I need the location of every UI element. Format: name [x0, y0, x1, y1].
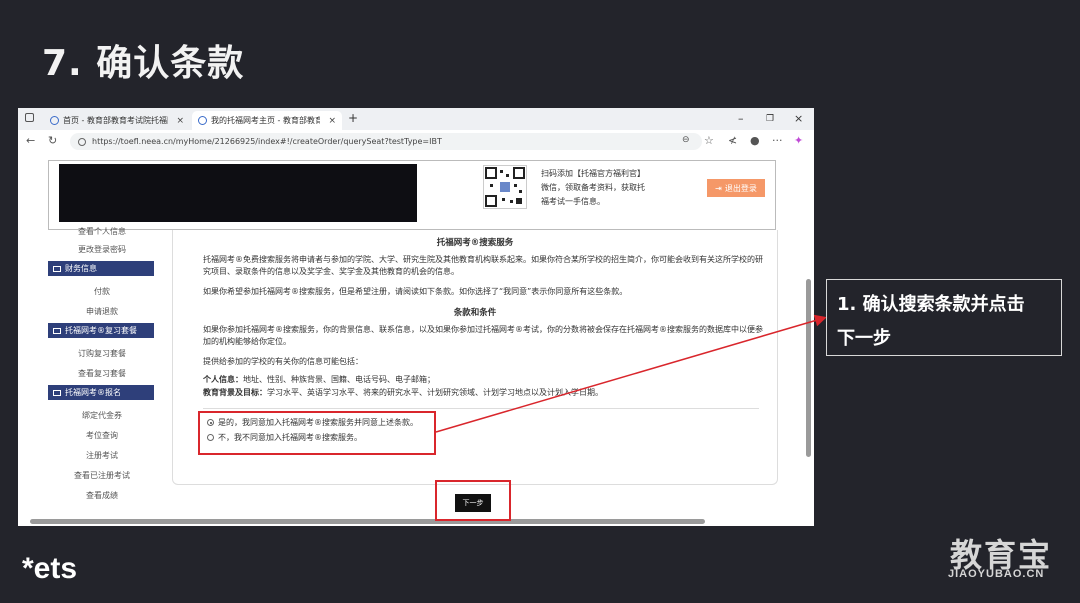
terms-paragraph: 如果你参加托福网考®搜索服务，你的背景信息、联系信息，以及如果你参加过托福网考®… [203, 325, 763, 346]
sidebar-item-voucher[interactable]: 绑定代金券 [46, 410, 158, 421]
sidebar-item-registered-tests[interactable]: 查看已注册考试 [46, 470, 158, 481]
qr-code-icon [483, 165, 527, 209]
sidebar-item-refund[interactable]: 申请退款 [46, 306, 158, 317]
read-aloud-icon[interactable]: ⊖ [682, 135, 690, 145]
redacted-banner [59, 164, 417, 222]
more-options-icon[interactable]: ··· [772, 134, 783, 147]
sidebar-item-payment[interactable]: 付款 [46, 286, 158, 297]
ets-logo: *ets [22, 552, 78, 585]
sidebar-section-prep[interactable]: 托福网考®复习套餐 [48, 323, 154, 338]
profile-icon[interactable]: ● [750, 134, 760, 147]
callout-line-2: 下一步 [837, 328, 891, 349]
tab-favicon-icon [50, 116, 59, 125]
callout-line-1: 1. 确认搜索条款并点击 [837, 294, 1025, 315]
slide-title: 7. 确认条款 [42, 43, 245, 84]
page-content: 扫码添加【托福官方福利官】微信，领取备考资料，获取托福考试一手信息。 ⇥ 退出登… [18, 154, 814, 526]
new-tab-button[interactable]: + [348, 111, 358, 125]
next-button[interactable]: 下一步 [455, 494, 491, 512]
terms-paragraph: 提供给参加的学校的有关你的信息可能包括： [203, 357, 363, 366]
logout-icon: ⇥ [715, 183, 722, 193]
tab-close-icon[interactable]: × [328, 116, 336, 126]
browser-window: 首页 - 教育部教育考试院托福网上 × 我的托福网考主页 - 教育部教育考 × … [18, 108, 814, 526]
tab-myhome[interactable]: 我的托福网考主页 - 教育部教育考 × [192, 111, 342, 130]
sidebar-section-label: 托福网考®复习套餐 [65, 326, 137, 335]
jiaoyubao-url: JIAOYUBAO.CN [948, 568, 1045, 580]
sidebar-section-finance[interactable]: 财务信息 [48, 261, 154, 276]
tab-label: 我的托福网考主页 - 教育部教育考 [211, 116, 321, 125]
restore-button[interactable]: ❐ [766, 114, 774, 124]
logout-button[interactable]: ⇥ 退出登录 [707, 179, 765, 197]
terms-paragraph: 托福网考®免费搜索服务将申请者与参加的学院、大学、研究生院及其他教育机构联系起来… [203, 255, 763, 276]
url-text: https://toefl.neea.cn/myHome/21266925/in… [92, 137, 442, 146]
favorites-list-icon[interactable]: ≮ [728, 134, 737, 147]
instruction-callout: 1. 确认搜索条款并点击 下一步 [826, 279, 1062, 356]
book-icon [53, 327, 61, 334]
card-icon [53, 265, 61, 272]
tab-close-icon[interactable]: × [176, 116, 184, 126]
back-icon[interactable]: ← [26, 134, 35, 147]
sidebar-item-seat-search[interactable]: 考位查询 [46, 430, 158, 441]
terms-title: 托福网考®搜索服务 [436, 238, 514, 248]
tab-home[interactable]: 首页 - 教育部教育考试院托福网上 × [44, 111, 190, 130]
close-window-button[interactable]: × [794, 112, 803, 125]
refresh-icon[interactable]: ↻ [48, 134, 57, 147]
terms-paragraph: 如果你希望参加托福网考®搜索服务，但是希望注册，请阅读如下条款。如你选择了“我同… [203, 287, 628, 296]
personal-info-label: 个人信息： [203, 375, 243, 384]
tab-bar: 首页 - 教育部教育考试院托福网上 × 我的托福网考主页 - 教育部教育考 × … [18, 108, 814, 130]
minimize-button[interactable]: – [738, 112, 744, 125]
education-info-value: 学习水平、英语学习水平、将来的研究水平、计划研究领域、计划学习地点以及计划入学日… [267, 388, 603, 397]
personal-info-value: 地址、性别、种族背景、国籍、电话号码、电子邮箱； [243, 375, 435, 384]
favorite-star-icon[interactable]: ☆ [704, 134, 714, 147]
sidebar: 查看个人信息 更改登录密码 财务信息 付款 申请退款 托福网考®复习套餐 订购复… [46, 226, 158, 518]
site-header: 扫码添加【托福官方福利官】微信，领取备考资料，获取托福考试一手信息。 ⇥ 退出登… [48, 160, 776, 230]
personal-info-line: 个人信息：地址、性别、种族背景、国籍、电话号码、电子邮箱； [203, 374, 763, 386]
sidebar-section-registration[interactable]: 托福网考®报名 [48, 385, 154, 400]
logout-label: 退出登录 [724, 183, 757, 193]
terms-section-title: 条款和条件 [453, 308, 497, 318]
sidebar-item-view-prep[interactable]: 查看复习套餐 [46, 368, 158, 379]
tab-label: 首页 - 教育部教育考试院托福网上 [63, 116, 168, 125]
sidebar-section-label: 财务信息 [65, 264, 97, 273]
horizontal-scrollbar[interactable] [30, 519, 705, 524]
copilot-icon[interactable]: ✦ [794, 134, 803, 147]
sidebar-section-label: 托福网考®报名 [65, 388, 121, 397]
divider [203, 408, 759, 409]
vertical-scrollbar[interactable] [806, 279, 811, 457]
education-info-line: 教育背景及目标：学习水平、英语学习水平、将来的研究水平、计划研究领域、计划学习地… [203, 387, 763, 399]
options-highlight-box [198, 411, 436, 455]
tab-actions-icon[interactable] [25, 113, 34, 122]
sidebar-item-change-password[interactable]: 更改登录密码 [46, 244, 158, 255]
sidebar-item-order-prep[interactable]: 订购复习套餐 [46, 348, 158, 359]
sidebar-item-register-test[interactable]: 注册考试 [46, 450, 158, 461]
site-info-icon[interactable] [78, 137, 86, 146]
education-info-label: 教育背景及目标： [203, 388, 267, 397]
address-bar-row: ← ↻ https://toefl.neea.cn/myHome/2126692… [18, 130, 814, 155]
url-input[interactable]: https://toefl.neea.cn/myHome/21266925/in… [70, 133, 702, 150]
qr-caption: 扫码添加【托福官方福利官】微信，领取备考资料，获取托福考试一手信息。 [541, 169, 645, 206]
sidebar-item-scores[interactable]: 查看成绩 [46, 490, 158, 501]
tab-favicon-icon [198, 116, 207, 125]
sidebar-item-view-profile[interactable]: 查看个人信息 [46, 226, 158, 237]
register-icon [53, 389, 61, 396]
